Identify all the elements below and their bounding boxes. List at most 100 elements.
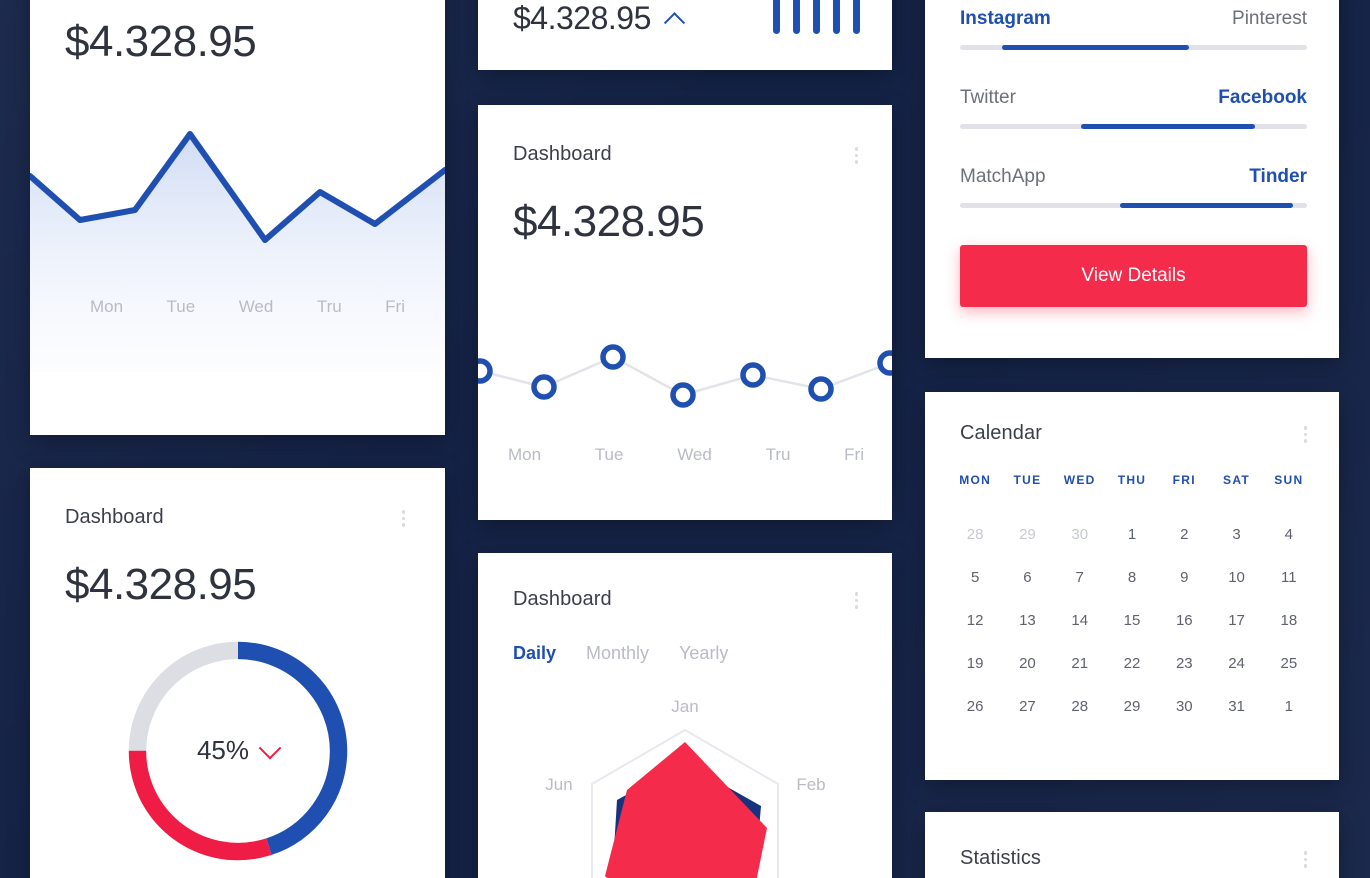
line-chart-x-axis: Mon Tue Wed Tru Fri (508, 445, 864, 465)
data-point[interactable] (670, 382, 696, 408)
calendar-day[interactable]: 13 (1001, 599, 1053, 642)
area-chart-x-axis: Mon Tue Wed Tru Fri (90, 297, 405, 317)
calendar-day[interactable]: 27 (1001, 685, 1053, 728)
calendar-day[interactable]: 10 (1210, 556, 1262, 599)
social-progress-track[interactable] (960, 45, 1307, 50)
calendar-grid: MON TUE WED THU FRI SAT SUN 28 29 30 1 2… (925, 447, 1339, 728)
card-radar-chart: Dashboard Daily Monthly Yearly Jan Feb J… (478, 553, 892, 878)
calendar-day[interactable]: 30 (1158, 685, 1210, 728)
donut-card-header: Dashboard (30, 468, 445, 531)
calendar-day[interactable]: 8 (1106, 556, 1158, 599)
data-point[interactable] (740, 362, 766, 388)
calendar-day[interactable]: 29 (1106, 685, 1158, 728)
calendar-day[interactable]: 20 (1001, 642, 1053, 685)
calendar-day[interactable]: 5 (949, 556, 1001, 599)
calendar-day[interactable]: 31 (1210, 685, 1262, 728)
social-label-right[interactable]: Facebook (1218, 87, 1307, 109)
calendar-day[interactable]: 3 (1210, 513, 1262, 556)
calendar-dow: MON (959, 472, 992, 487)
axis-label: Wed (677, 445, 712, 464)
statistics-card-header: Statistics (925, 812, 1339, 872)
calendar-day[interactable]: 9 (1158, 556, 1210, 599)
radar-axis-label-jan: Jan (671, 697, 698, 716)
calendar-day[interactable]: 19 (949, 642, 1001, 685)
chevron-down-icon[interactable] (258, 736, 282, 759)
axis-label: Mon (508, 445, 542, 464)
sparkline-amount: $4.328.95 (513, 0, 651, 36)
calendar-day[interactable]: 15 (1106, 599, 1158, 642)
kebab-menu-icon[interactable] (853, 588, 861, 613)
sparkline-amount-group: $4.328.95 (513, 0, 685, 36)
calendar-day[interactable]: 11 (1263, 556, 1315, 599)
sparkline-bars (773, 0, 860, 34)
calendar-day[interactable]: 29 (1001, 513, 1053, 556)
axis-label: Tru (316, 297, 342, 316)
calendar-day[interactable]: 25 (1263, 642, 1315, 685)
data-point[interactable] (531, 374, 557, 400)
sparkline-bar (813, 0, 820, 34)
calendar-day[interactable]: 18 (1263, 599, 1315, 642)
card-title: Statistics (960, 847, 1042, 869)
line-chart-markers (478, 344, 892, 408)
calendar-day[interactable]: 17 (1210, 599, 1262, 642)
social-label-left[interactable]: Twitter (960, 87, 1016, 109)
calendar-day[interactable]: 24 (1210, 642, 1262, 685)
tab-monthly[interactable]: Monthly (586, 643, 649, 664)
calendar-day[interactable]: 21 (1054, 642, 1106, 685)
tab-daily[interactable]: Daily (513, 643, 556, 664)
card-title: Dashboard (65, 506, 164, 528)
view-details-button[interactable]: View Details (960, 245, 1307, 307)
data-point[interactable] (877, 350, 892, 376)
card-title: Calendar (960, 422, 1042, 444)
calendar-day[interactable]: 30 (1054, 513, 1106, 556)
calendar-day[interactable]: 14 (1054, 599, 1106, 642)
card-social-stats: Instagram Pinterest Twitter Facebook Mat… (925, 0, 1339, 358)
calendar-day[interactable]: 26 (949, 685, 1001, 728)
kebab-menu-icon[interactable] (1302, 422, 1310, 447)
calendar-day[interactable]: 4 (1263, 513, 1315, 556)
calendar-day[interactable]: 16 (1158, 599, 1210, 642)
calendar-day[interactable]: 22 (1106, 642, 1158, 685)
kebab-menu-icon[interactable] (1302, 847, 1310, 872)
social-row-matchapp: MatchApp Tinder (960, 166, 1307, 208)
social-label-right[interactable]: Pinterest (1232, 8, 1307, 30)
social-label-left[interactable]: Instagram (960, 8, 1051, 30)
social-label-left[interactable]: MatchApp (960, 166, 1046, 188)
chevron-up-icon[interactable] (663, 11, 685, 33)
calendar-day[interactable]: 1 (1106, 513, 1158, 556)
calendar-day[interactable]: 12 (949, 599, 1001, 642)
calendar-dow: SUN (1274, 472, 1304, 487)
axis-label: Tru (765, 445, 791, 464)
donut-center-label: 45% (122, 635, 354, 867)
calendar-dow: TUE (1013, 472, 1042, 487)
calendar-day[interactable]: 1 (1263, 685, 1315, 728)
calendar-day[interactable]: 28 (1054, 685, 1106, 728)
calendar-dow: SAT (1223, 472, 1251, 487)
calendar-day[interactable]: 2 (1158, 513, 1210, 556)
social-progress-track[interactable] (960, 203, 1307, 208)
kebab-menu-icon[interactable] (853, 143, 861, 168)
tab-yearly[interactable]: Yearly (679, 643, 728, 664)
social-row-instagram: Instagram Pinterest (960, 8, 1307, 50)
calendar-day[interactable]: 28 (949, 513, 1001, 556)
radar-axis-label-feb: Feb (796, 775, 825, 794)
card-sparkline-summary: $4.328.95 (478, 0, 892, 70)
calendar-day[interactable]: 23 (1158, 642, 1210, 685)
axis-label: Wed (238, 297, 274, 316)
card-donut-chart: Dashboard $4.328.95 45% (30, 468, 445, 878)
card-calendar: Calendar MON TUE WED THU FRI SAT SUN 28 … (925, 392, 1339, 780)
social-progress-track[interactable] (960, 124, 1307, 129)
calendar-day[interactable]: 7 (1054, 556, 1106, 599)
data-point[interactable] (600, 344, 626, 370)
radar-period-tabs: Daily Monthly Yearly (513, 643, 892, 664)
social-label-right[interactable]: Tinder (1249, 166, 1307, 188)
kebab-menu-icon[interactable] (400, 506, 408, 531)
calendar-dow: FRI (1172, 472, 1196, 487)
data-point[interactable] (478, 358, 493, 384)
data-point[interactable] (808, 376, 834, 402)
calendar-day[interactable]: 6 (1001, 556, 1053, 599)
sparkline-bar (833, 0, 840, 34)
radar-chart-plot: Jan Feb Jun (545, 697, 826, 878)
social-progress-fill (1001, 45, 1189, 50)
card-title: Dashboard (513, 588, 612, 610)
